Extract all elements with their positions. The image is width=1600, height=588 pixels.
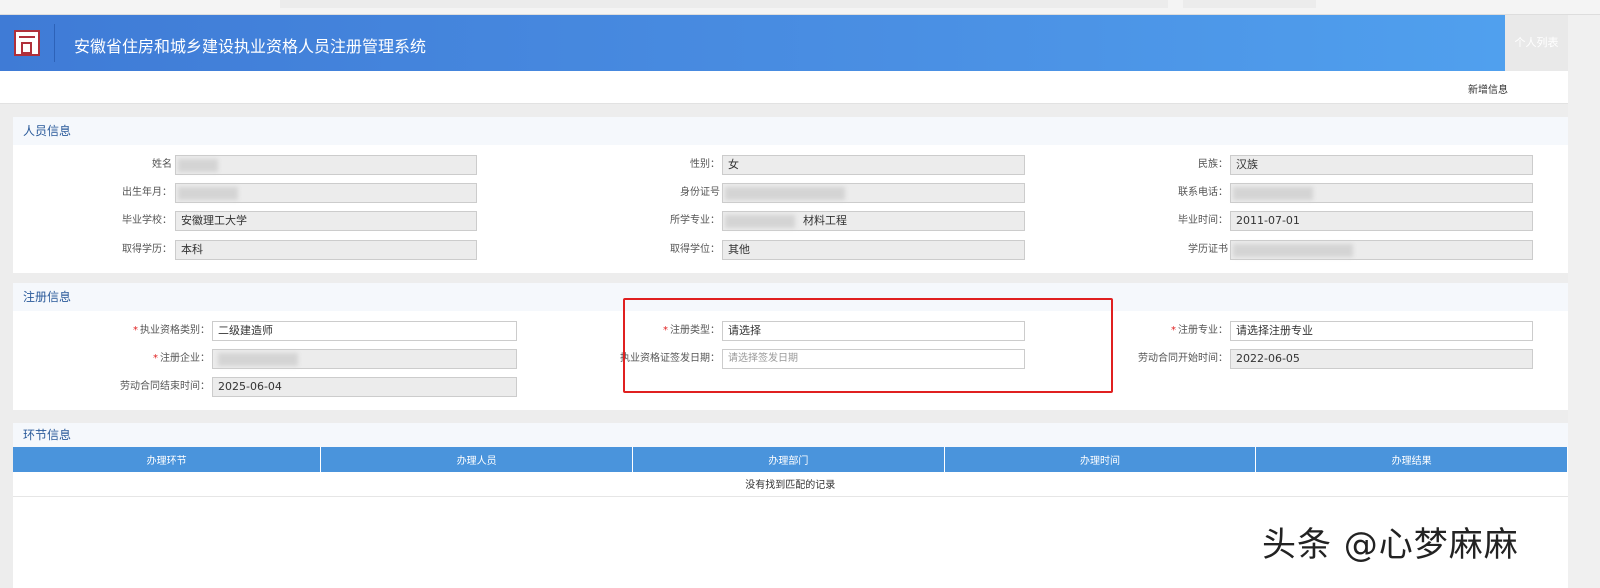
field-label: 毕业时间： xyxy=(1178,215,1228,226)
field-value: 请选择注册专业 xyxy=(1236,324,1313,337)
field-label: 毕业学校： xyxy=(122,215,172,226)
field-value: 2025-06-04 xyxy=(218,380,282,393)
field-input[interactable]: 汉族 xyxy=(1230,155,1533,175)
required-mark: * xyxy=(1171,325,1176,336)
logo-icon xyxy=(14,30,40,56)
header-banner: 安徽省住房和城乡建设执业资格人员注册管理系统 xyxy=(0,15,1505,71)
field-input[interactable] xyxy=(175,155,477,175)
column-header[interactable]: 办理部门 xyxy=(632,447,945,472)
field-value: 二级建造师 xyxy=(218,324,273,337)
label-text: 注册专业： xyxy=(1178,325,1228,336)
field-input[interactable] xyxy=(722,183,1025,203)
toolbar: 新增信息 xyxy=(0,71,1568,104)
redacted-value xyxy=(178,159,218,172)
watermark: 头条 @心梦麻麻 xyxy=(1262,525,1519,565)
column-header[interactable]: 办理环节 xyxy=(13,447,322,472)
divider xyxy=(54,24,55,62)
field-label: 取得学历： xyxy=(122,244,172,255)
field-label: 学历证书 xyxy=(1188,244,1228,255)
field-input[interactable]: 本科 xyxy=(175,240,477,260)
field-value: 其他 xyxy=(728,243,750,256)
column-header[interactable]: 办理时间 xyxy=(944,447,1257,472)
address-bar[interactable] xyxy=(280,0,1168,8)
field-input[interactable] xyxy=(212,349,517,369)
app-title: 安徽省住房和城乡建设执业资格人员注册管理系统 xyxy=(74,37,427,56)
field-label: 取得学位： xyxy=(670,244,720,255)
redacted-value xyxy=(725,187,845,200)
column-header[interactable]: 办理结果 xyxy=(1255,447,1568,472)
field-label: 联系电话： xyxy=(1178,187,1228,198)
add-info-button[interactable]: 新增信息 xyxy=(1468,81,1508,96)
field-input[interactable]: 请选择注册专业 xyxy=(1230,321,1533,341)
field-input[interactable]: 其他 xyxy=(722,240,1025,260)
field-input[interactable]: 女 xyxy=(722,155,1025,175)
field-input[interactable]: 材料工程 xyxy=(722,211,1025,231)
label-text: 执业资格类别： xyxy=(140,325,210,336)
field-value: 本科 xyxy=(181,243,203,256)
field-input[interactable] xyxy=(1230,183,1533,203)
field-input[interactable]: 2011-07-01 xyxy=(1230,211,1533,231)
section-title: 人员信息 xyxy=(13,117,1568,145)
field-input[interactable] xyxy=(1230,240,1533,260)
column-header[interactable]: 办理人员 xyxy=(320,447,634,472)
field-value: 安徽理工大学 xyxy=(181,214,247,227)
required-mark: * xyxy=(153,353,158,364)
field-input[interactable] xyxy=(175,183,477,203)
process-table: 办理环节 办理人员 办理部门 办理时间 办理结果 没有找到匹配的记录 xyxy=(13,447,1568,497)
field-label: * 执业资格类别： xyxy=(30,321,210,341)
field-label: 性别： xyxy=(690,159,720,170)
field-value: 汉族 xyxy=(1236,158,1258,171)
browser-toolbar xyxy=(0,0,1600,15)
field-value: 材料工程 xyxy=(803,214,847,227)
scrollbar[interactable] xyxy=(1568,15,1600,588)
table-header: 办理环节 办理人员 办理部门 办理时间 办理结果 xyxy=(13,447,1568,472)
field-label: 劳动合同结束时间： xyxy=(30,377,210,397)
field-input[interactable]: 二级建造师 xyxy=(212,321,517,341)
redacted-value xyxy=(218,353,298,366)
redacted-value xyxy=(1233,244,1353,257)
field-input[interactable]: 安徽理工大学 xyxy=(175,211,477,231)
redacted-value xyxy=(178,187,238,200)
redacted-value xyxy=(1233,187,1313,200)
field-label: 出生年月： xyxy=(122,187,172,198)
table-row: 没有找到匹配的记录 xyxy=(13,472,1568,497)
field-label: 身份证号 xyxy=(680,187,720,198)
search-bar[interactable] xyxy=(1183,0,1316,8)
empty-message: 没有找到匹配的记录 xyxy=(13,472,1568,497)
highlight-box xyxy=(623,298,1113,393)
field-value: 2022-06-05 xyxy=(1236,352,1300,365)
field-value: 2011-07-01 xyxy=(1236,214,1300,227)
personal-list-button[interactable]: 个人列表 xyxy=(1505,15,1568,71)
label-text: 注册企业： xyxy=(160,353,210,364)
field-label: 姓名 xyxy=(152,159,172,170)
required-mark: * xyxy=(133,325,138,336)
field-input[interactable]: 2025-06-04 xyxy=(212,377,517,397)
label-text: 劳动合同开始时间： xyxy=(1138,353,1228,364)
section-title: 环节信息 xyxy=(13,423,1568,447)
field-label: 民族： xyxy=(1198,159,1228,170)
field-input[interactable]: 2022-06-05 xyxy=(1230,349,1533,369)
field-value: 女 xyxy=(728,158,739,171)
redacted-value xyxy=(725,215,795,228)
field-label: 所学专业： xyxy=(670,215,720,226)
field-label: * 注册企业： xyxy=(30,349,210,369)
label-text: 劳动合同结束时间： xyxy=(120,381,210,392)
